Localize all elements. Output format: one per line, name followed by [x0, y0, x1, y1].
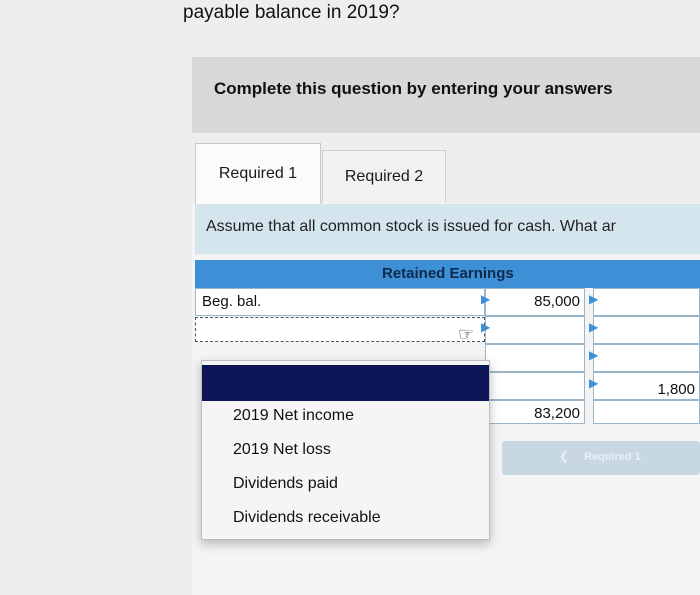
t-account-title: Retained Earnings: [382, 265, 514, 282]
tab-required-2[interactable]: Required 2: [322, 150, 446, 203]
question-text: payable balance in 2019?: [183, 2, 400, 23]
assume-text: Assume that all common stock is issued f…: [206, 218, 616, 235]
hand-cursor-icon: ☞: [458, 324, 475, 344]
tab-label: Required 2: [344, 168, 424, 185]
chevron-right-icon: ▶: [481, 292, 491, 306]
chevron-right-icon: ▶: [589, 376, 599, 390]
credit-total-cell[interactable]: [593, 400, 700, 424]
credit-amount-cell[interactable]: 1,800: [593, 372, 700, 400]
dropdown-option[interactable]: Dividends paid: [233, 475, 338, 493]
account-dropdown-menu[interactable]: 2019 Net income 2019 Net loss Dividends …: [201, 360, 490, 540]
dropdown-option-highlighted[interactable]: [202, 365, 489, 401]
debit-amount-cell[interactable]: 85,000: [485, 288, 585, 316]
dropdown-option[interactable]: 2019 Net loss: [233, 441, 331, 459]
row-label: Beg. bal.: [202, 293, 262, 310]
credit-label-cell[interactable]: [593, 288, 700, 316]
row-value: 83,200: [534, 405, 580, 422]
nav-button-label: Required 1: [584, 451, 641, 463]
chevron-right-icon: ▶: [589, 292, 599, 306]
debit-total-cell[interactable]: 83,200: [485, 400, 585, 424]
row-value: 1,800: [657, 381, 695, 398]
chevron-right-icon: ▶: [589, 320, 599, 334]
tab-label: Required 1: [218, 165, 298, 182]
account-select-input[interactable]: [195, 317, 485, 342]
prev-required-button[interactable]: ❮ Required 1: [502, 441, 700, 475]
tab-required-1[interactable]: Required 1: [195, 143, 321, 204]
debit-amount-cell[interactable]: [485, 344, 585, 372]
debit-label-cell[interactable]: Beg. bal.: [195, 288, 485, 316]
instruction-text: Complete this question by entering your …: [214, 79, 613, 98]
credit-label-cell[interactable]: [593, 344, 700, 372]
instruction-banner: Complete this question by entering your …: [192, 57, 700, 133]
debit-amount-cell[interactable]: [485, 372, 585, 400]
debit-amount-cell[interactable]: [485, 316, 585, 344]
t-account-header: Retained Earnings: [195, 260, 700, 288]
row-value: 85,000: [534, 293, 580, 310]
page-margin: [0, 0, 185, 595]
credit-label-cell[interactable]: [593, 316, 700, 344]
dropdown-option[interactable]: 2019 Net income: [233, 407, 354, 425]
chevron-right-icon: ▶: [589, 348, 599, 362]
chevron-left-icon: ❮: [559, 449, 570, 463]
chevron-right-icon: ▶: [481, 320, 491, 334]
assume-instructions: Assume that all common stock is issued f…: [195, 204, 700, 254]
dropdown-option[interactable]: Dividends receivable: [233, 509, 381, 527]
t-account-row: Beg. bal. 85,000: [195, 288, 700, 316]
